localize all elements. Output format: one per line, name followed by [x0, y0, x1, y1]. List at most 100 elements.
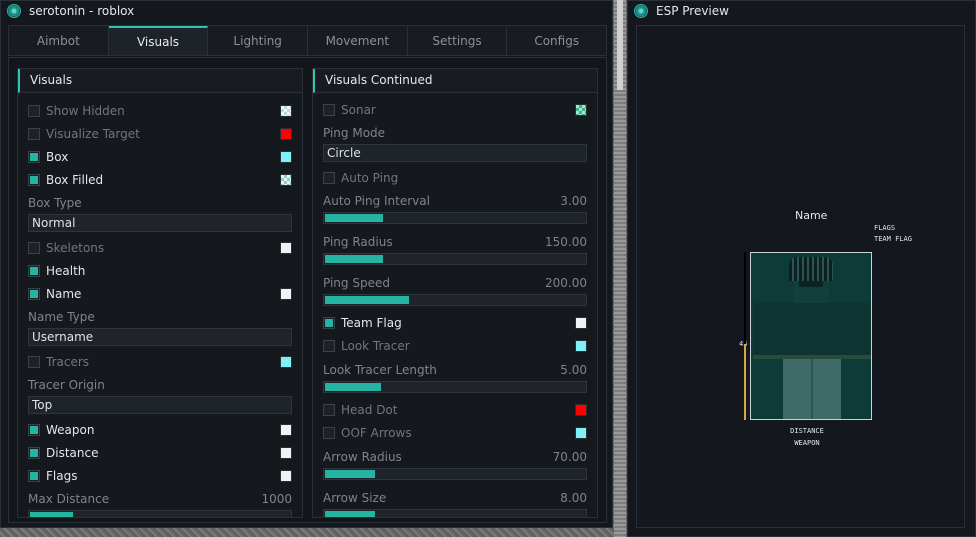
- background-scrollbar-thumb[interactable]: [617, 0, 623, 90]
- visualize-target-color-swatch[interactable]: [280, 128, 292, 140]
- box-filled-row[interactable]: Box Filled: [28, 172, 292, 188]
- auto-ping-interval-value: 3.00: [560, 194, 587, 208]
- look-tracer-length-slider-fill: [325, 383, 381, 391]
- main-titlebar[interactable]: serotonin - roblox: [1, 1, 612, 21]
- name-type-dropdown[interactable]: Username: [28, 328, 292, 346]
- tab-aimbot[interactable]: Aimbot: [9, 26, 109, 55]
- weapon-checkbox[interactable]: [28, 424, 40, 436]
- character-legs: [783, 359, 841, 419]
- tracer-origin-dropdown[interactable]: Top: [28, 396, 292, 414]
- visualize-target-row[interactable]: Visualize Target: [28, 126, 292, 142]
- box-type-dropdown[interactable]: Normal: [28, 214, 292, 232]
- tracer-origin-caption: Tracer Origin: [28, 378, 292, 392]
- box-color-swatch[interactable]: [280, 151, 292, 163]
- tracers-checkbox[interactable]: [28, 356, 40, 368]
- oof-arrows-checkbox[interactable]: [323, 427, 335, 439]
- ping-mode-caption: Ping Mode: [323, 126, 587, 140]
- ping-mode-dropdown[interactable]: Circle: [323, 144, 587, 162]
- box-filled-label: Box Filled: [46, 173, 104, 187]
- distance-checkbox[interactable]: [28, 447, 40, 459]
- weapon-color-swatch[interactable]: [280, 424, 292, 436]
- look-tracer-color-swatch[interactable]: [575, 340, 587, 352]
- oof-arrows-row[interactable]: OOF Arrows: [323, 425, 587, 441]
- esp-preview-canvas: FLAGS TEAM FLAG Name 45 DISTANCE WEAPON: [636, 25, 965, 528]
- weapon-label: Weapon: [46, 423, 95, 437]
- box-checkbox[interactable]: [28, 151, 40, 163]
- auto-ping-row[interactable]: Auto Ping: [323, 170, 587, 186]
- tab-movement[interactable]: Movement: [308, 26, 408, 55]
- distance-color-swatch[interactable]: [280, 447, 292, 459]
- weapon-row[interactable]: Weapon: [28, 422, 292, 438]
- ping-speed-slider-fill: [325, 296, 410, 304]
- look-tracer-length-value: 5.00: [560, 363, 587, 377]
- box-row[interactable]: Box: [28, 149, 292, 165]
- tab-visuals[interactable]: Visuals: [108, 26, 209, 55]
- sonar-color-swatch[interactable]: [575, 104, 587, 116]
- sonar-checkbox[interactable]: [323, 104, 335, 116]
- name-type-caption: Name Type: [28, 310, 292, 324]
- name-checkbox[interactable]: [28, 288, 40, 300]
- box-filled-color-swatch[interactable]: [280, 174, 292, 186]
- tracers-color-swatch[interactable]: [280, 356, 292, 368]
- look-tracer-checkbox[interactable]: [323, 340, 335, 352]
- flags-row[interactable]: Flags: [28, 468, 292, 484]
- skeletons-checkbox[interactable]: [28, 242, 40, 254]
- team-flag-color-swatch[interactable]: [575, 317, 587, 329]
- flags-color-swatch[interactable]: [280, 470, 292, 482]
- head-dot-checkbox[interactable]: [323, 404, 335, 416]
- character-hair: [789, 257, 833, 281]
- ping-speed-caption: Ping Speed 200.00: [323, 276, 587, 290]
- esp-flag-line: FLAGS: [874, 224, 896, 232]
- arrow-radius-slider[interactable]: [323, 468, 587, 480]
- preview-titlebar[interactable]: ESP Preview: [628, 1, 975, 21]
- head-dot-color-swatch[interactable]: [575, 404, 587, 416]
- tab-configs[interactable]: Configs: [507, 26, 606, 55]
- max-distance-value: 1000: [261, 492, 292, 506]
- tab-bar: Aimbot Visuals Lighting Movement Setting…: [8, 25, 607, 56]
- box-type-label: Box Type: [28, 196, 82, 210]
- background-scrollbar[interactable]: [614, 0, 626, 537]
- name-label: Name: [46, 287, 82, 301]
- tab-lighting[interactable]: Lighting: [208, 26, 309, 55]
- main-window: serotonin - roblox Aimbot Visuals Lighti…: [0, 0, 613, 528]
- show-hidden-row[interactable]: Show Hidden: [28, 103, 292, 119]
- sonar-row[interactable]: Sonar: [323, 102, 587, 118]
- max-distance-caption: Max Distance 1000: [28, 492, 292, 506]
- health-row[interactable]: Health: [28, 263, 292, 279]
- skeletons-row[interactable]: Skeletons: [28, 240, 292, 256]
- sonar-label: Sonar: [341, 103, 376, 117]
- name-row[interactable]: Name: [28, 286, 292, 302]
- skeletons-color-swatch[interactable]: [280, 242, 292, 254]
- ping-speed-slider[interactable]: [323, 294, 587, 306]
- arrow-radius-slider-fill: [325, 470, 376, 478]
- head-dot-row[interactable]: Head Dot: [323, 402, 587, 418]
- show-hidden-checkbox[interactable]: [28, 105, 40, 117]
- ping-mode-label: Ping Mode: [323, 126, 386, 140]
- box-type-caption: Box Type: [28, 196, 292, 210]
- team-flag-row[interactable]: Team Flag: [323, 315, 587, 331]
- auto-ping-checkbox[interactable]: [323, 172, 335, 184]
- auto-ping-interval-slider[interactable]: [323, 212, 587, 224]
- tab-settings[interactable]: Settings: [408, 26, 508, 55]
- ping-radius-slider[interactable]: [323, 253, 587, 265]
- show-hidden-color-swatch[interactable]: [280, 105, 292, 117]
- oof-arrows-color-swatch[interactable]: [575, 427, 587, 439]
- look-tracer-label: Look Tracer: [341, 339, 410, 353]
- health-checkbox[interactable]: [28, 265, 40, 277]
- look-tracer-length-slider[interactable]: [323, 381, 587, 393]
- head-dot-label: Head Dot: [341, 403, 398, 417]
- auto-ping-interval-caption: Auto Ping Interval 3.00: [323, 194, 587, 208]
- flags-checkbox[interactable]: [28, 470, 40, 482]
- look-tracer-row[interactable]: Look Tracer: [323, 338, 587, 354]
- visualize-target-checkbox[interactable]: [28, 128, 40, 140]
- arrow-radius-caption: Arrow Radius 70.00: [323, 450, 587, 464]
- ping-speed-value: 200.00: [545, 276, 587, 290]
- max-distance-slider[interactable]: [28, 510, 292, 517]
- team-flag-label: Team Flag: [341, 316, 402, 330]
- tracers-row[interactable]: Tracers: [28, 354, 292, 370]
- arrow-size-slider[interactable]: [323, 509, 587, 517]
- name-color-swatch[interactable]: [280, 288, 292, 300]
- box-filled-checkbox[interactable]: [28, 174, 40, 186]
- distance-row[interactable]: Distance: [28, 445, 292, 461]
- team-flag-checkbox[interactable]: [323, 317, 335, 329]
